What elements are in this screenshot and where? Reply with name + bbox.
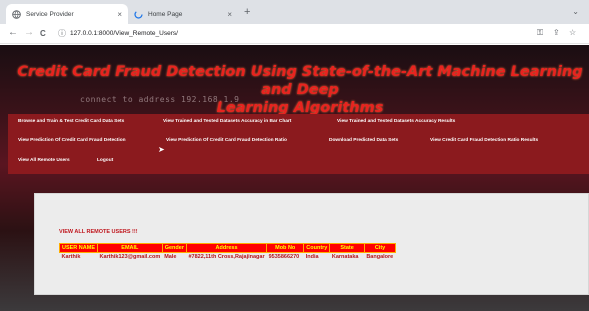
back-arrow-icon[interactable]: ← <box>8 27 18 38</box>
table-row: Karthik Karthik123@gmail.com Male #7822,… <box>60 253 396 262</box>
remote-users-panel: VIEW ALL REMOTE USERS !!! USER NAME EMAI… <box>34 193 589 295</box>
globe-icon <box>12 9 21 19</box>
menu-view-remote-users[interactable]: View All Remote Users <box>18 158 70 163</box>
menu-accuracy-results[interactable]: View Trained and Tested Datasets Accurac… <box>337 119 455 124</box>
table-cell: #7822,11th Cross,Rajajinagar <box>188 254 265 260</box>
column-header: Address <box>185 243 268 253</box>
menu-logout[interactable]: Logout <box>97 158 113 163</box>
menu-accuracy-bar-chart[interactable]: View Trained and Tested Datasets Accurac… <box>163 119 291 124</box>
forward-arrow-icon[interactable]: → <box>24 27 34 38</box>
table-cell: Bangalore <box>366 254 394 260</box>
key-icon[interactable]: ⚿ <box>537 28 543 38</box>
new-tab-icon[interactable]: + <box>244 6 250 18</box>
tab-title: Home Page <box>148 10 183 18</box>
column-header: Country <box>303 243 331 253</box>
url-text: 127.0.0.1:8000/View_Remote_Users/ <box>70 30 178 37</box>
page-body: connect to address 192.168.1.9 Credit Ca… <box>0 45 589 311</box>
column-header: USER NAME <box>58 243 99 253</box>
close-icon[interactable]: × <box>227 10 232 19</box>
column-header: City <box>363 243 397 253</box>
page-title: Credit Card Fraud Detection Using State-… <box>0 63 589 117</box>
browser-tab-strip: Service Provider × Home Page × + ⌄ <box>0 0 589 24</box>
loading-icon <box>134 9 143 19</box>
tab-search-chevron-icon[interactable]: ⌄ <box>572 7 579 16</box>
reload-icon[interactable]: C <box>40 29 46 38</box>
star-icon[interactable]: ☆ <box>569 28 576 37</box>
table-cell: Karthik <box>61 254 81 260</box>
table-cell: Karthik123@gmail.com <box>99 254 161 260</box>
section-heading: VIEW ALL REMOTE USERS !!! <box>59 229 138 235</box>
table-cell: Karnataka <box>331 254 359 260</box>
menu-browse-train-test[interactable]: Browse and Train & Test Credit Card Data… <box>18 119 124 124</box>
menu-download-predicted[interactable]: Download Predicted Data Sets <box>329 138 398 143</box>
tab-service-provider[interactable]: Service Provider × <box>6 4 128 24</box>
browser-toolbar: ← → C ⓘ 127.0.0.1:8000/View_Remote_Users… <box>0 24 589 44</box>
menu-view-prediction[interactable]: View Prediction Of Credit Card Fraud Det… <box>18 138 126 143</box>
panel-content: VIEW ALL REMOTE USERS !!! USER NAME EMAI… <box>58 229 397 262</box>
mouse-pointer-icon: ➤ <box>158 145 165 154</box>
title-line-1: Credit Card Fraud Detection Using State-… <box>17 64 583 98</box>
tab-title: Service Provider <box>26 10 74 18</box>
tab-home-page[interactable]: Home Page × <box>128 4 238 24</box>
table-header-row: USER NAME EMAIL Gender Address Mob No Co… <box>58 243 397 253</box>
close-icon[interactable]: × <box>117 10 122 19</box>
address-bar[interactable]: ⓘ 127.0.0.1:8000/View_Remote_Users/ <box>58 28 178 39</box>
table-cell: India <box>305 254 319 260</box>
table-cell: Male <box>164 254 177 260</box>
column-header: Gender <box>161 243 187 253</box>
column-header: State <box>329 243 365 253</box>
info-icon[interactable]: ⓘ <box>58 28 66 39</box>
users-table: USER NAME EMAIL Gender Address Mob No Co… <box>58 243 397 262</box>
column-header: EMAIL <box>97 243 163 253</box>
table-cell: 9535866270 <box>268 254 300 260</box>
menu-ratio-results[interactable]: View Credit Card Fraud Detection Ratio R… <box>430 138 538 143</box>
menu-prediction-ratio[interactable]: View Prediction Of Credit Card Fraud Det… <box>166 138 287 143</box>
column-header: Mob No <box>266 243 305 253</box>
share-icon[interactable]: ⇪ <box>553 28 560 37</box>
nav-menu: Browse and Train & Test Credit Card Data… <box>8 114 589 174</box>
